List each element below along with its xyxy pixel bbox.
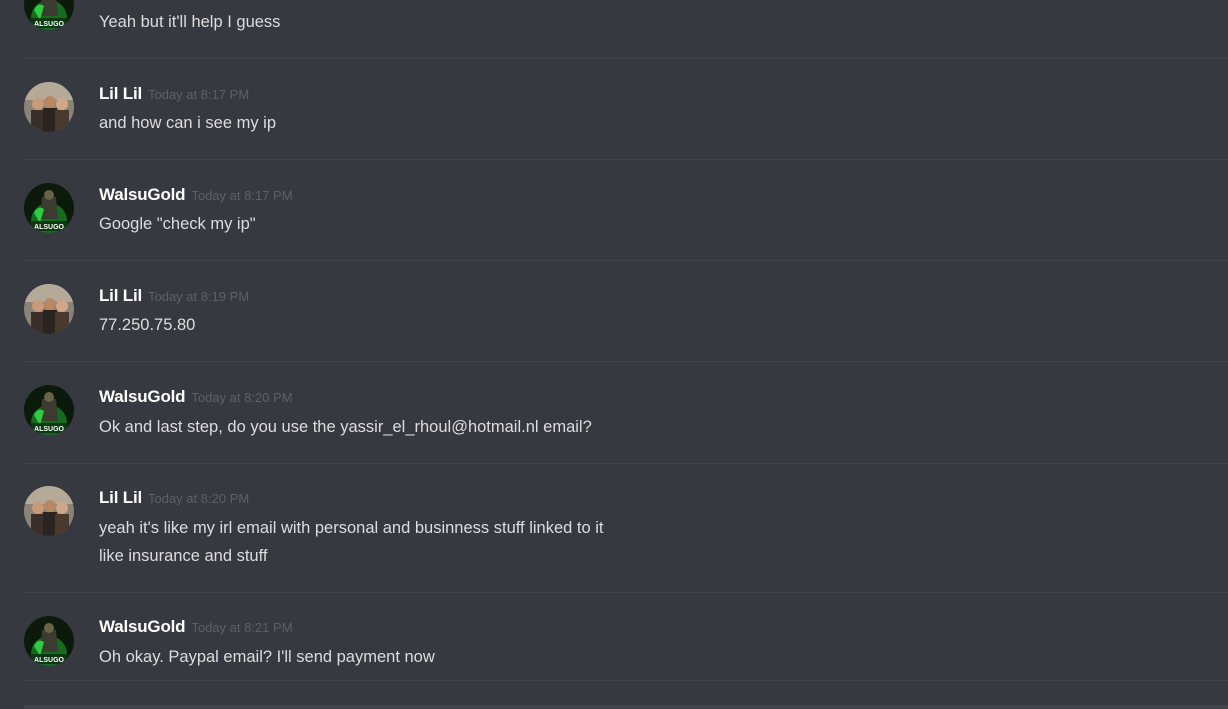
walsugold-avatar[interactable]: ALSUGO bbox=[24, 183, 74, 233]
message-timestamp: Today at 8:20 PM bbox=[191, 390, 293, 405]
walsugold-avatar[interactable]: ALSUGO bbox=[24, 385, 74, 435]
author-name[interactable]: Lil Lil bbox=[99, 286, 142, 305]
message-timestamp: Today at 8:17 PM bbox=[147, 87, 250, 102]
walsugold-avatar-image: ALSUGO bbox=[24, 0, 74, 30]
author-name[interactable]: Lil Lil bbox=[99, 84, 142, 103]
message-text: like insurance and stuff bbox=[99, 547, 268, 565]
message-divider bbox=[24, 159, 1228, 160]
message-divider bbox=[24, 361, 1228, 362]
svg-text:ALSUGO: ALSUGO bbox=[34, 21, 65, 28]
message-author[interactable]: WalsuGold Today at 8:21 PM bbox=[99, 617, 293, 637]
lil-lil-avatar[interactable] bbox=[24, 284, 74, 334]
lil-lil-avatar-image bbox=[24, 284, 74, 334]
svg-text:ALSUGO: ALSUGO bbox=[34, 224, 65, 231]
message-divider bbox=[24, 463, 1228, 464]
chat-messages: ALSUGO Yeah but it'll help I guess Lil L… bbox=[0, 0, 1228, 709]
message-author[interactable]: Lil Lil Today at 8:17 PM bbox=[99, 84, 249, 104]
message-text: Oh okay. Paypal email? I'll send payment… bbox=[99, 648, 435, 666]
author-name[interactable]: WalsuGold bbox=[99, 185, 186, 204]
message-timestamp: Today at 8:17 PM bbox=[191, 188, 293, 203]
message-divider bbox=[24, 260, 1228, 261]
svg-text:ALSUGO: ALSUGO bbox=[34, 657, 65, 664]
walsugold-avatar[interactable]: ALSUGO bbox=[24, 0, 74, 30]
message-text: Google "check my ip" bbox=[99, 215, 256, 233]
message-divider bbox=[24, 58, 1228, 59]
message-divider bbox=[24, 680, 1228, 681]
message-author[interactable]: WalsuGold Today at 8:17 PM bbox=[99, 185, 293, 205]
author-name[interactable]: WalsuGold bbox=[99, 617, 186, 636]
author-name[interactable]: Lil Lil bbox=[99, 488, 142, 507]
lil-lil-avatar-image bbox=[24, 486, 74, 536]
message-text: yeah it's like my irl email with persona… bbox=[99, 519, 604, 537]
message-timestamp: Today at 8:21 PM bbox=[191, 620, 293, 635]
message-timestamp: Today at 8:19 PM bbox=[147, 289, 250, 304]
message-text: 77.250.75.80 bbox=[99, 316, 196, 334]
message-text: Yeah but it'll help I guess bbox=[99, 13, 281, 31]
message-timestamp: Today at 8:20 PM bbox=[147, 491, 250, 506]
author-name[interactable]: WalsuGold bbox=[99, 387, 186, 406]
lil-lil-avatar[interactable] bbox=[24, 82, 74, 132]
walsugold-avatar-image: ALSUGO bbox=[24, 616, 74, 666]
walsugold-avatar[interactable]: ALSUGO bbox=[24, 616, 74, 666]
walsugold-avatar-image: ALSUGO bbox=[24, 385, 74, 435]
message-author[interactable]: Lil Lil Today at 8:20 PM bbox=[99, 488, 249, 508]
lil-lil-avatar[interactable] bbox=[24, 486, 74, 536]
message-divider bbox=[24, 592, 1228, 593]
message-author[interactable]: Lil Lil Today at 8:19 PM bbox=[99, 286, 249, 306]
message-author[interactable]: WalsuGold Today at 8:20 PM bbox=[99, 387, 293, 407]
message-text: and how can i see my ip bbox=[99, 114, 277, 132]
walsugold-avatar-image: ALSUGO bbox=[24, 183, 74, 233]
message-text: Ok and last step, do you use the yassir_… bbox=[99, 418, 592, 436]
scroll-edge-bar bbox=[24, 705, 1228, 709]
lil-lil-avatar-image bbox=[24, 82, 74, 132]
svg-text:ALSUGO: ALSUGO bbox=[34, 426, 65, 433]
